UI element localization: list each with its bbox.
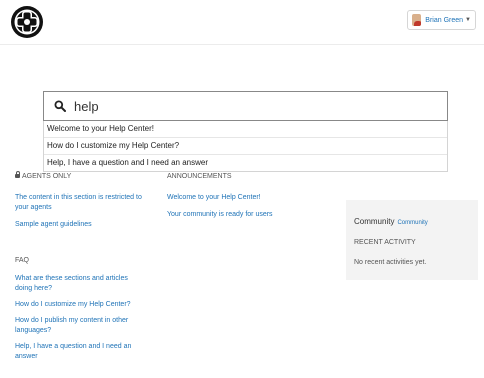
article-link[interactable]: How do I publish my content in other lan…	[15, 316, 145, 336]
search-area: Welcome to your Help Center! How do I cu…	[43, 91, 448, 172]
article-link[interactable]: What are these sections and articles doi…	[15, 274, 145, 294]
recent-activity-empty: No recent activities yet.	[354, 259, 427, 266]
agents-only-heading: AGENTS ONLY	[15, 171, 145, 182]
suggestion-item[interactable]: Help, I have a question and I need an an…	[44, 155, 447, 171]
article-link[interactable]: Help, I have a question and I need an an…	[15, 342, 145, 362]
suggestion-item[interactable]: Welcome to your Help Center!	[44, 121, 447, 138]
avatar	[412, 14, 422, 26]
lock-icon	[15, 171, 20, 178]
announcements-heading: ANNOUNCEMENTS	[167, 173, 232, 180]
faq-section: FAQ What are these sections and articles…	[15, 256, 145, 362]
agents-only-section: AGENTS ONLY The content in this section …	[15, 171, 145, 230]
announcements-section: ANNOUNCEMENTS Welcome to your Help Cente…	[167, 172, 297, 220]
article-link[interactable]: The content in this section is restricte…	[15, 193, 145, 213]
search-box[interactable]	[43, 91, 448, 121]
search-input[interactable]	[74, 98, 414, 114]
community-title: Community Community	[354, 217, 428, 226]
search-suggestions: Welcome to your Help Center! How do I cu…	[43, 121, 448, 172]
user-menu-button[interactable]: Brian Green ▼	[407, 10, 476, 30]
article-link[interactable]: Welcome to your Help Center!	[167, 193, 297, 203]
faq-heading: FAQ	[15, 257, 30, 264]
article-link[interactable]: How do I customize my Help Center?	[15, 300, 145, 310]
article-link[interactable]: Your community is ready for users	[167, 210, 297, 220]
community-link[interactable]: Community	[397, 220, 427, 226]
chevron-down-icon: ▼	[465, 17, 471, 23]
suggestion-item[interactable]: How do I customize my Help Center?	[44, 138, 447, 155]
help-center-logo-icon[interactable]	[10, 5, 44, 39]
search-icon	[54, 100, 66, 112]
recent-activity-heading: RECENT ACTIVITY	[354, 239, 416, 246]
site-header: Brian Green ▼	[0, 0, 484, 45]
user-name: Brian Green	[425, 16, 464, 24]
article-link[interactable]: Sample agent guidelines	[15, 220, 145, 230]
community-sidebar: Community Community RECENT ACTIVITY No re…	[346, 200, 478, 280]
